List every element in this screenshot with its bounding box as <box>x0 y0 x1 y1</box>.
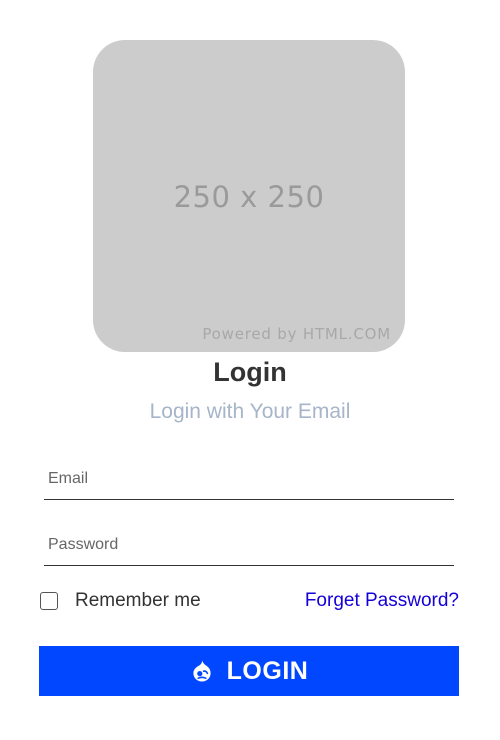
page-title: Login <box>213 357 287 387</box>
page-subtitle: Login with Your Email <box>149 400 351 423</box>
remember-label[interactable]: Remember me <box>75 590 201 612</box>
drupal-icon <box>190 659 214 683</box>
login-button-label: LOGIN <box>226 656 309 685</box>
login-button[interactable]: LOGIN <box>39 646 459 696</box>
placeholder-image: 250 x 250 Powered by HTML.COM <box>93 40 405 352</box>
email-field[interactable] <box>44 459 454 499</box>
remember-row: Remember me <box>40 589 201 613</box>
email-field-container <box>44 459 454 500</box>
forgot-password-link[interactable]: Forget Password? <box>305 590 459 612</box>
placeholder-size-text: 250 x 250 <box>173 180 325 214</box>
password-field-container <box>44 525 454 566</box>
placeholder-credit-text: Powered by HTML.COM <box>202 325 391 343</box>
password-field[interactable] <box>44 525 454 565</box>
remember-checkbox[interactable] <box>40 592 58 610</box>
